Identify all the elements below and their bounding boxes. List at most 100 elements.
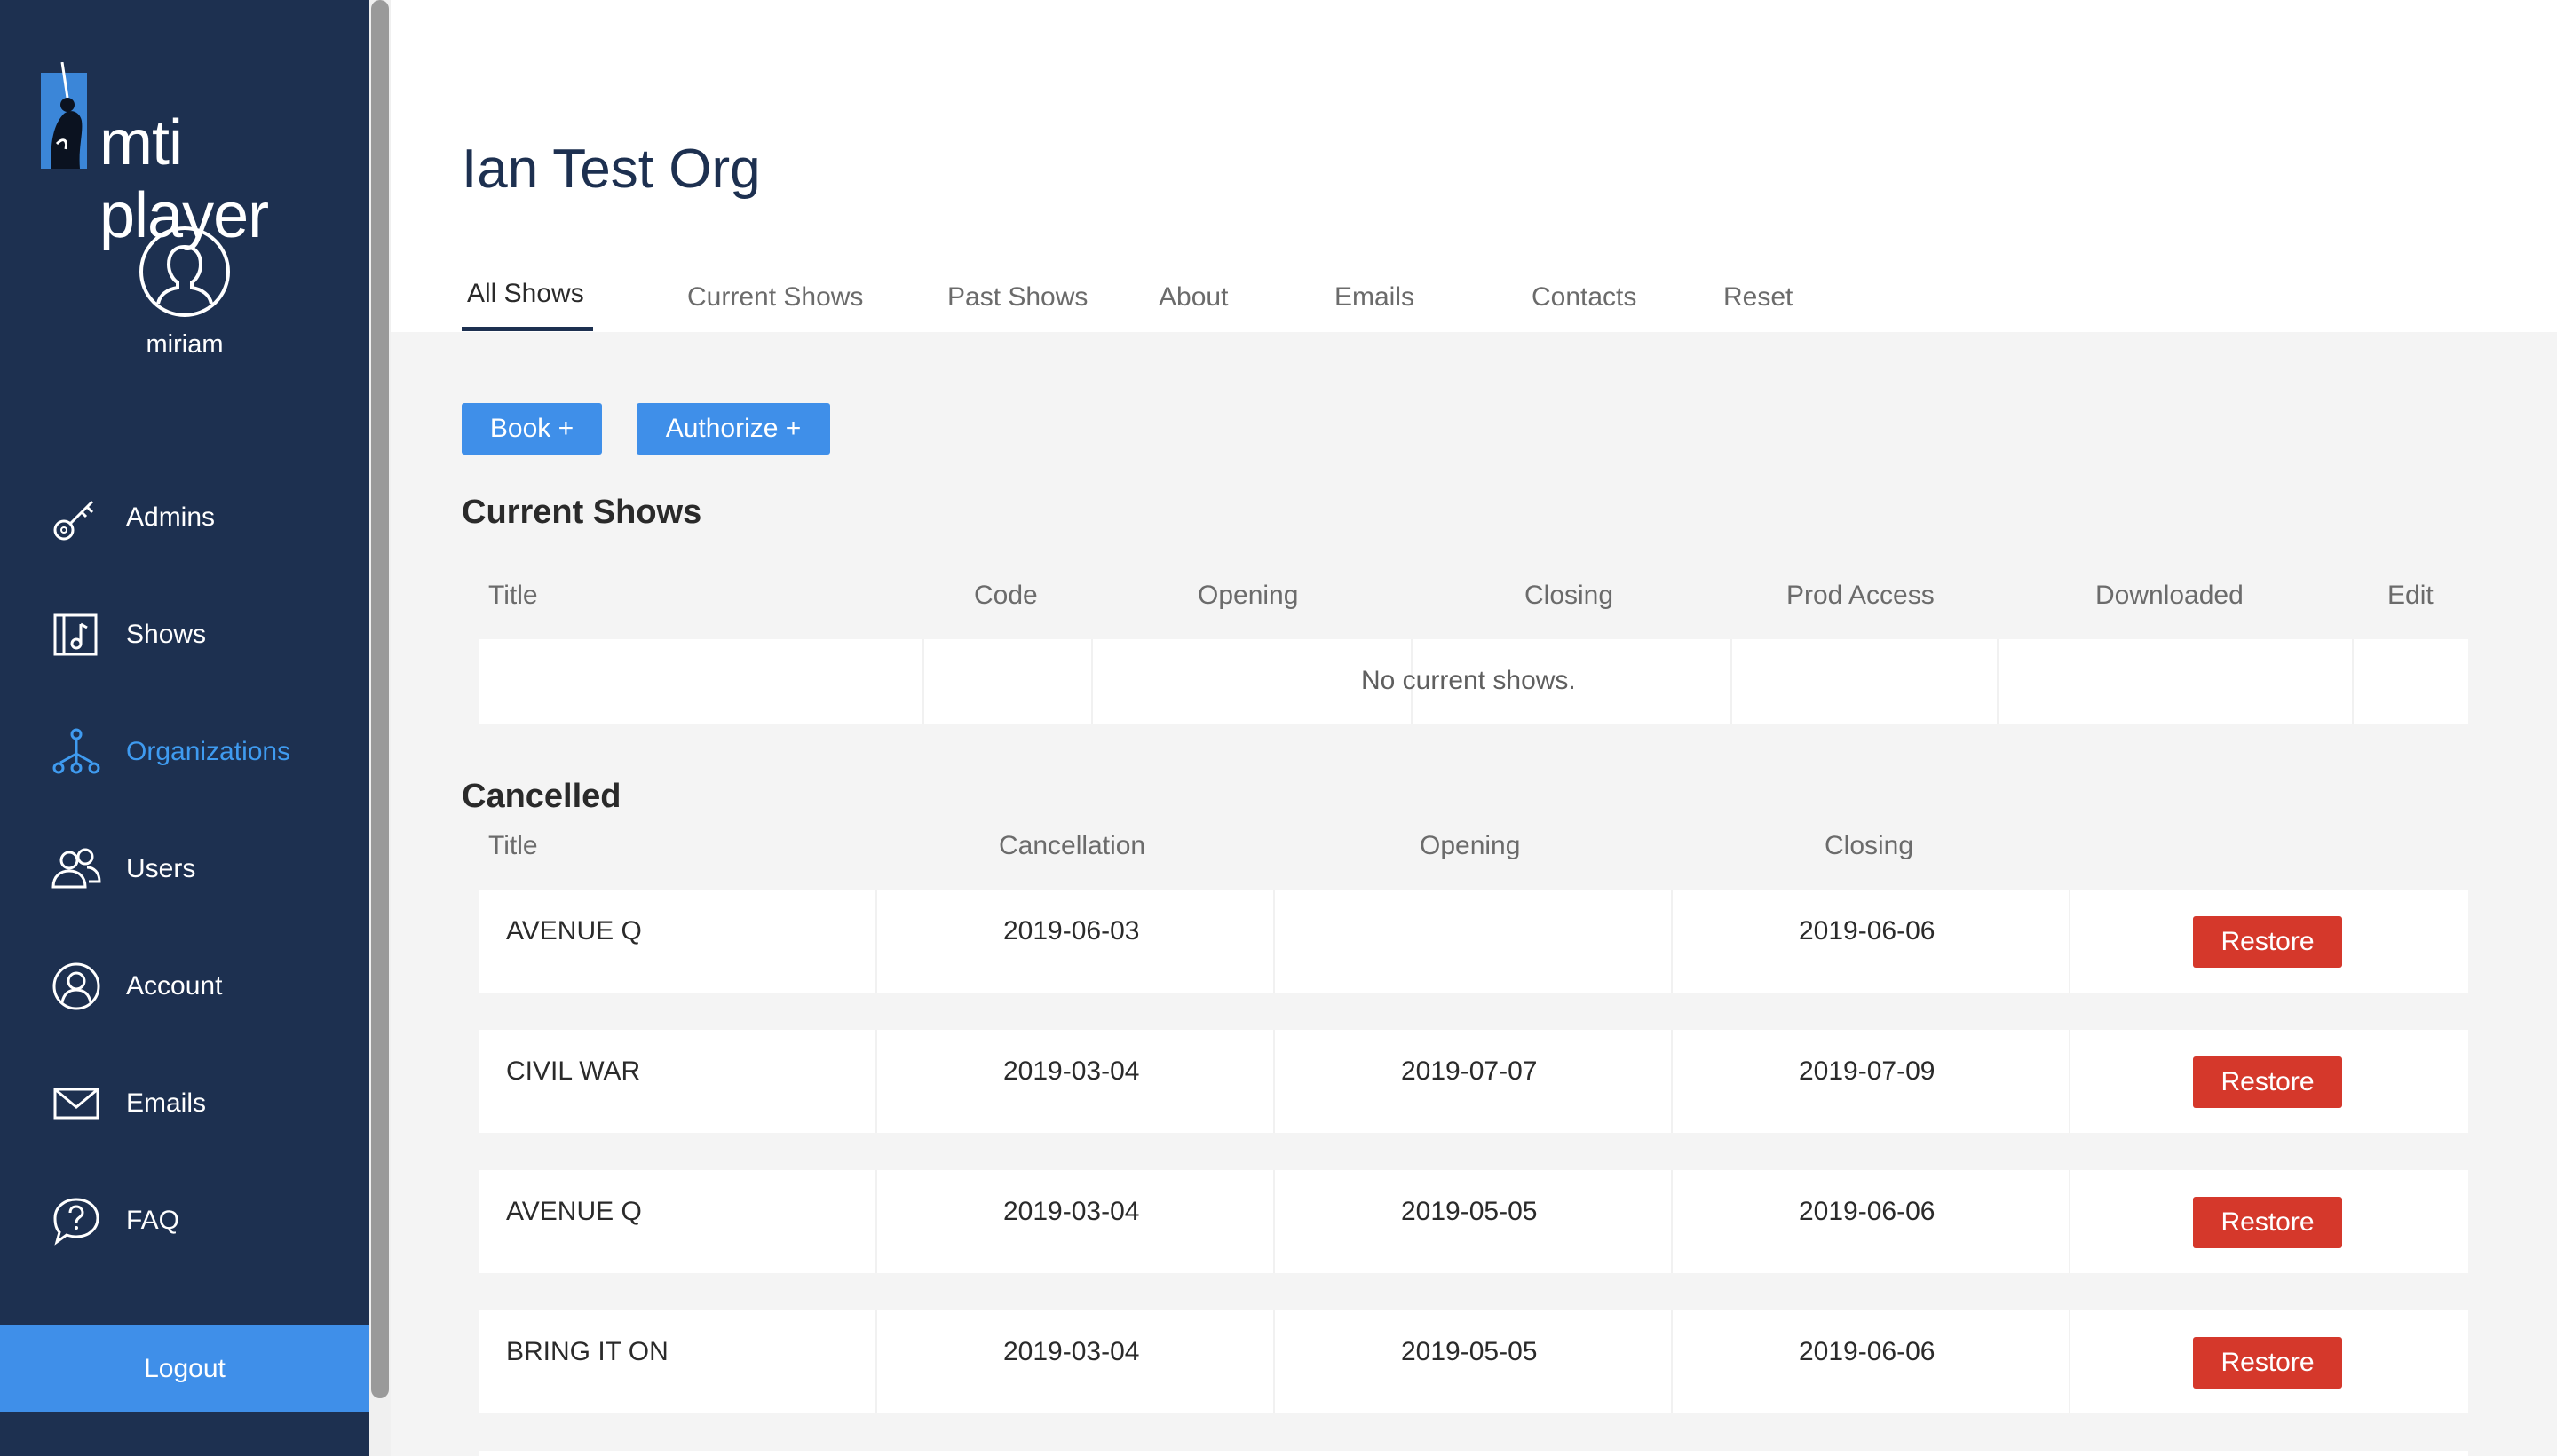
closing-date: 2019-07-09: [1799, 1056, 1936, 1086]
sidebar-item-organizations[interactable]: Organizations: [0, 712, 369, 792]
column-header-code: Code: [974, 581, 1038, 610]
column-header-closing: Closing: [1825, 831, 1914, 860]
opening-date: 2019-07-07: [1401, 1056, 1538, 1086]
empty-current-shows-row: No current shows.: [479, 639, 2468, 724]
table-row-partial: [479, 1451, 2468, 1456]
authorize-button[interactable]: Authorize +: [637, 403, 830, 455]
org-tree-icon: [52, 728, 100, 774]
column-header-title: Title: [488, 831, 538, 860]
cell-divider: [2352, 639, 2354, 724]
sidebar-item-label: Shows: [126, 620, 207, 649]
cell-divider: [1671, 1170, 1673, 1273]
table-row: CIVIL WAR 2019-03-04 2019-07-07 2019-07-…: [479, 1030, 2468, 1133]
table-row: BRING IT ON 2019-03-04 2019-05-05 2019-0…: [479, 1310, 2468, 1413]
sidebar-item-label: FAQ: [126, 1206, 180, 1235]
cancellation-date: 2019-06-03: [1003, 916, 1140, 946]
opening-date: 2019-05-05: [1401, 1197, 1538, 1226]
table-row: AVENUE Q 2019-03-04 2019-05-05 2019-06-0…: [479, 1170, 2468, 1273]
sidebar-item-users[interactable]: Users: [0, 829, 369, 909]
cell-divider: [1273, 1030, 1275, 1133]
column-header-title: Title: [488, 581, 538, 610]
sidebar: mti player miriam Admins Shows Organizat…: [0, 0, 369, 1456]
cell-divider: [2069, 1170, 2070, 1273]
question-bubble-icon: [53, 1198, 99, 1246]
cell-divider: [1273, 890, 1275, 993]
column-header-opening: Opening: [1420, 831, 1521, 860]
cell-divider: [875, 890, 877, 993]
restore-button[interactable]: Restore: [2193, 1197, 2342, 1248]
logout-button[interactable]: Logout: [0, 1325, 369, 1412]
restore-button[interactable]: Restore: [2193, 1337, 2342, 1389]
org-header: Ian Test Org All Shows Current Shows Pas…: [391, 0, 2557, 332]
sidebar-item-account[interactable]: Account: [0, 946, 369, 1026]
opening-date: 2019-05-05: [1401, 1337, 1538, 1366]
cell-divider: [922, 639, 924, 724]
column-header-cancellation: Cancellation: [999, 831, 1146, 860]
show-title: BRING IT ON: [506, 1337, 669, 1366]
cancellation-date: 2019-03-04: [1003, 1337, 1140, 1366]
tab-emails[interactable]: Emails: [1334, 282, 1414, 313]
cell-divider: [1730, 639, 1732, 724]
tab-all-shows[interactable]: All Shows: [467, 279, 584, 309]
sidebar-item-admins[interactable]: Admins: [0, 478, 369, 558]
sidebar-item-label: Admins: [126, 502, 216, 532]
logo[interactable]: mti player: [41, 62, 343, 251]
conductor-logo-icon: [41, 62, 87, 169]
tab-reset[interactable]: Reset: [1723, 282, 1793, 313]
cancellation-date: 2019-03-04: [1003, 1197, 1140, 1226]
sidebar-item-label: Users: [126, 854, 196, 883]
cell-divider: [1671, 890, 1673, 993]
app-root: mti player miriam Admins Shows Organizat…: [0, 0, 2557, 1456]
user-avatar-icon[interactable]: [139, 226, 231, 318]
column-header-prod-access: Prod Access: [1786, 581, 1935, 610]
tab-about[interactable]: About: [1159, 282, 1228, 313]
cell-divider: [1273, 1310, 1275, 1413]
account-icon: [52, 962, 100, 1010]
tab-contacts[interactable]: Contacts: [1532, 282, 1636, 313]
cell-divider: [1997, 639, 1999, 724]
table-row: AVENUE Q 2019-06-03 2019-06-06 Restore: [479, 890, 2468, 993]
sidebar-item-faq[interactable]: FAQ: [0, 1181, 369, 1261]
cell-divider: [875, 1030, 877, 1133]
book-button[interactable]: Book +: [462, 403, 602, 455]
cell-divider: [2069, 1030, 2070, 1133]
restore-button[interactable]: Restore: [2193, 1056, 2342, 1108]
restore-button[interactable]: Restore: [2193, 916, 2342, 968]
cell-divider: [1091, 639, 1093, 724]
cell-divider: [2069, 890, 2070, 993]
column-header-edit: Edit: [2387, 581, 2434, 610]
sidebar-scrollbar-thumb[interactable]: [371, 0, 389, 1398]
column-header-downloaded: Downloaded: [2095, 581, 2244, 610]
column-header-opening: Opening: [1198, 581, 1299, 610]
active-tab-underline: [462, 327, 593, 331]
cancellation-date: 2019-03-04: [1003, 1056, 1140, 1086]
users-icon: [51, 848, 101, 889]
sidebar-item-label: Account: [126, 971, 223, 1001]
sidebar-item-emails[interactable]: Emails: [0, 1064, 369, 1143]
cell-divider: [1671, 1030, 1673, 1133]
username: miriam: [146, 330, 224, 359]
current-shows-title: Current Shows: [462, 494, 702, 531]
envelope-icon: [53, 1088, 99, 1120]
show-title: AVENUE Q: [506, 916, 642, 946]
show-title: CIVIL WAR: [506, 1056, 641, 1086]
closing-date: 2019-06-06: [1799, 916, 1936, 946]
cell-divider: [2069, 1310, 2070, 1413]
sidebar-item-label: Emails: [126, 1088, 207, 1118]
main-content: Ian Test Org All Shows Current Shows Pas…: [391, 0, 2557, 1456]
cell-divider: [875, 1170, 877, 1273]
cell-divider: [1273, 1170, 1275, 1273]
tab-past-shows[interactable]: Past Shows: [947, 282, 1088, 313]
key-icon: [53, 500, 94, 541]
cell-divider: [1671, 1310, 1673, 1413]
sidebar-item-label: Organizations: [126, 737, 291, 766]
empty-state-message: No current shows.: [1361, 666, 1576, 695]
show-title: AVENUE Q: [506, 1197, 642, 1226]
music-note-icon: [53, 613, 98, 656]
cell-divider: [875, 1310, 877, 1413]
sidebar-item-shows[interactable]: Shows: [0, 595, 369, 675]
page-title: Ian Test Org: [462, 138, 761, 200]
cancelled-title: Cancelled: [462, 778, 621, 815]
column-header-closing: Closing: [1524, 581, 1614, 610]
tab-current-shows[interactable]: Current Shows: [687, 282, 863, 313]
